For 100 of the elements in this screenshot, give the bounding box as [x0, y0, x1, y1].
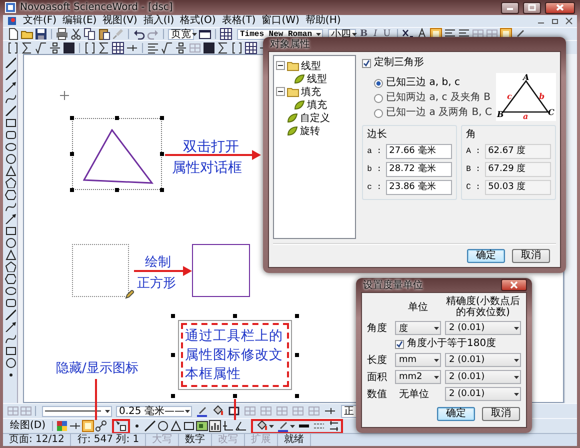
radio-icon[interactable] — [374, 94, 384, 102]
undo-icon[interactable] — [133, 28, 145, 40]
radio-option[interactable]: 已知一边 a 及两角 B, C — [374, 107, 492, 119]
grid-icon[interactable] — [472, 28, 484, 40]
unit-dropdown[interactable]: mm — [395, 353, 441, 367]
line-tool-icon[interactable] — [4, 309, 16, 320]
selection-handle[interactable] — [233, 394, 237, 398]
ellipse-tool-icon[interactable] — [4, 285, 16, 296]
drawing-menu-button[interactable]: 绘图(D) — [7, 420, 49, 432]
clipboard-icon[interactable] — [98, 28, 110, 40]
menu-item[interactable]: 帮助(H) — [305, 15, 341, 27]
unit-dropdown[interactable]: 度 — [395, 321, 441, 335]
circle-tool-icon[interactable] — [156, 420, 169, 432]
selection-icon[interactable] — [114, 420, 127, 432]
bracket-icon[interactable] — [231, 42, 243, 54]
format-button[interactable]: U — [381, 28, 393, 40]
selection-handle[interactable] — [115, 188, 119, 192]
rounded-rectangle-tool-icon[interactable] — [4, 297, 16, 308]
zoom-dropdown[interactable]: 页宽 — [168, 28, 194, 40]
line-tool-icon[interactable] — [4, 105, 16, 116]
close-icon[interactable] — [554, 3, 566, 12]
fraction-icon[interactable] — [175, 42, 187, 54]
sigma-icon[interactable] — [217, 42, 229, 54]
selection-handle[interactable] — [160, 188, 164, 192]
arrow-tool-icon[interactable] — [4, 213, 16, 224]
cancel-button[interactable]: 取消 — [512, 249, 550, 263]
font-dropdown[interactable]: Times New Roman — [237, 28, 323, 40]
precision-dropdown[interactable]: 2 (0.01) — [445, 353, 521, 367]
selection-handle[interactable] — [171, 394, 175, 398]
copy-icon[interactable] — [84, 28, 96, 40]
selection-handle[interactable] — [171, 314, 175, 318]
table-icon[interactable] — [112, 42, 124, 54]
open-folder-icon[interactable] — [21, 28, 33, 40]
format-button[interactable]: I — [372, 28, 380, 40]
tree-item[interactable]: 填充 — [301, 84, 321, 98]
menu-item[interactable]: 文件(F) — [23, 15, 57, 27]
new-document-icon[interactable] — [7, 28, 19, 40]
close-button[interactable] — [501, 279, 527, 291]
pentagon-tool-icon[interactable] — [4, 261, 16, 272]
table-icon[interactable] — [220, 28, 232, 40]
tree-item[interactable]: 填充 — [307, 98, 327, 112]
angle-limit-checkbox[interactable]: 角度小于等于180度 — [395, 338, 521, 350]
bracket-icon[interactable] — [84, 42, 96, 54]
line-style-dropdown[interactable] — [42, 406, 112, 416]
ellipse-tool-icon[interactable] — [4, 141, 16, 152]
precision-dropdown[interactable]: 2 (0.01) — [445, 387, 521, 401]
page-layout-icon[interactable] — [199, 28, 211, 40]
radio-option[interactable]: 已知三边 a, b, c — [374, 77, 492, 89]
curve-tool-icon[interactable] — [4, 93, 16, 104]
selection-handle[interactable] — [295, 394, 299, 398]
menu-item[interactable]: 窗口(W) — [262, 15, 300, 27]
close-icon[interactable] — [565, 17, 573, 25]
save-icon[interactable] — [35, 28, 47, 40]
radio-option[interactable]: 已知两边 a, c 及夹角 B — [374, 92, 492, 104]
format-button[interactable]: B — [358, 28, 370, 40]
printer-icon[interactable] — [56, 28, 68, 40]
selection-handle[interactable] — [115, 116, 119, 120]
pen-icon[interactable] — [276, 420, 289, 432]
triangle-tool-icon[interactable] — [4, 165, 16, 176]
fill-bucket-icon[interactable] — [256, 420, 268, 432]
input-field[interactable]: 28.72 毫米 — [386, 162, 452, 177]
curve-tool-icon[interactable] — [4, 333, 16, 344]
line-tool-icon[interactable] — [4, 57, 16, 68]
hexagon-tool-icon[interactable] — [4, 273, 16, 284]
ok-button[interactable]: 确定 — [437, 407, 475, 421]
triangle-tool-icon[interactable] — [170, 420, 182, 432]
scrollbar[interactable] — [564, 54, 577, 403]
root-icon[interactable] — [161, 42, 173, 54]
curve-tool-icon[interactable] — [4, 201, 16, 212]
selection-handle[interactable] — [70, 152, 74, 156]
selection-handle[interactable] — [70, 116, 74, 120]
palette-icon[interactable] — [56, 420, 68, 432]
angle-icon[interactable] — [234, 420, 247, 432]
selection-handle[interactable] — [70, 188, 74, 192]
selection-handle[interactable] — [171, 353, 175, 357]
selection-handle[interactable] — [295, 353, 299, 357]
selection-handle[interactable] — [295, 314, 299, 318]
menu-item[interactable]: 插入(I) — [143, 15, 174, 27]
sigma-icon[interactable] — [98, 42, 110, 54]
menu-item[interactable]: 表格(T) — [222, 15, 256, 27]
selection-handle[interactable] — [160, 116, 164, 120]
close-button[interactable] — [545, 2, 575, 14]
bracket-icon[interactable] — [7, 42, 19, 54]
rectangle-tool-icon[interactable] — [182, 420, 195, 432]
line-tool-icon[interactable] — [4, 69, 16, 80]
chart-icon[interactable] — [208, 420, 221, 432]
image-icon[interactable] — [196, 420, 208, 432]
triangle-tool-icon[interactable] — [4, 249, 16, 260]
unit-dropdown[interactable]: mm2 — [395, 370, 441, 384]
radio-icon[interactable] — [374, 78, 384, 88]
collapse-icon[interactable] — [276, 61, 285, 70]
rounded-rectangle-tool-icon[interactable] — [4, 129, 16, 140]
grid-icon[interactable] — [486, 28, 498, 40]
ok-button[interactable]: 确定 — [467, 249, 505, 263]
precision-dropdown[interactable]: 2 (0.01) — [445, 321, 521, 335]
radio-icon[interactable] — [374, 108, 384, 118]
pen-icon[interactable] — [196, 405, 208, 417]
circle-tool-icon[interactable] — [4, 357, 16, 368]
rectangle-tool-icon[interactable] — [4, 225, 16, 236]
input-field[interactable]: 27.66 毫米 — [386, 144, 452, 159]
